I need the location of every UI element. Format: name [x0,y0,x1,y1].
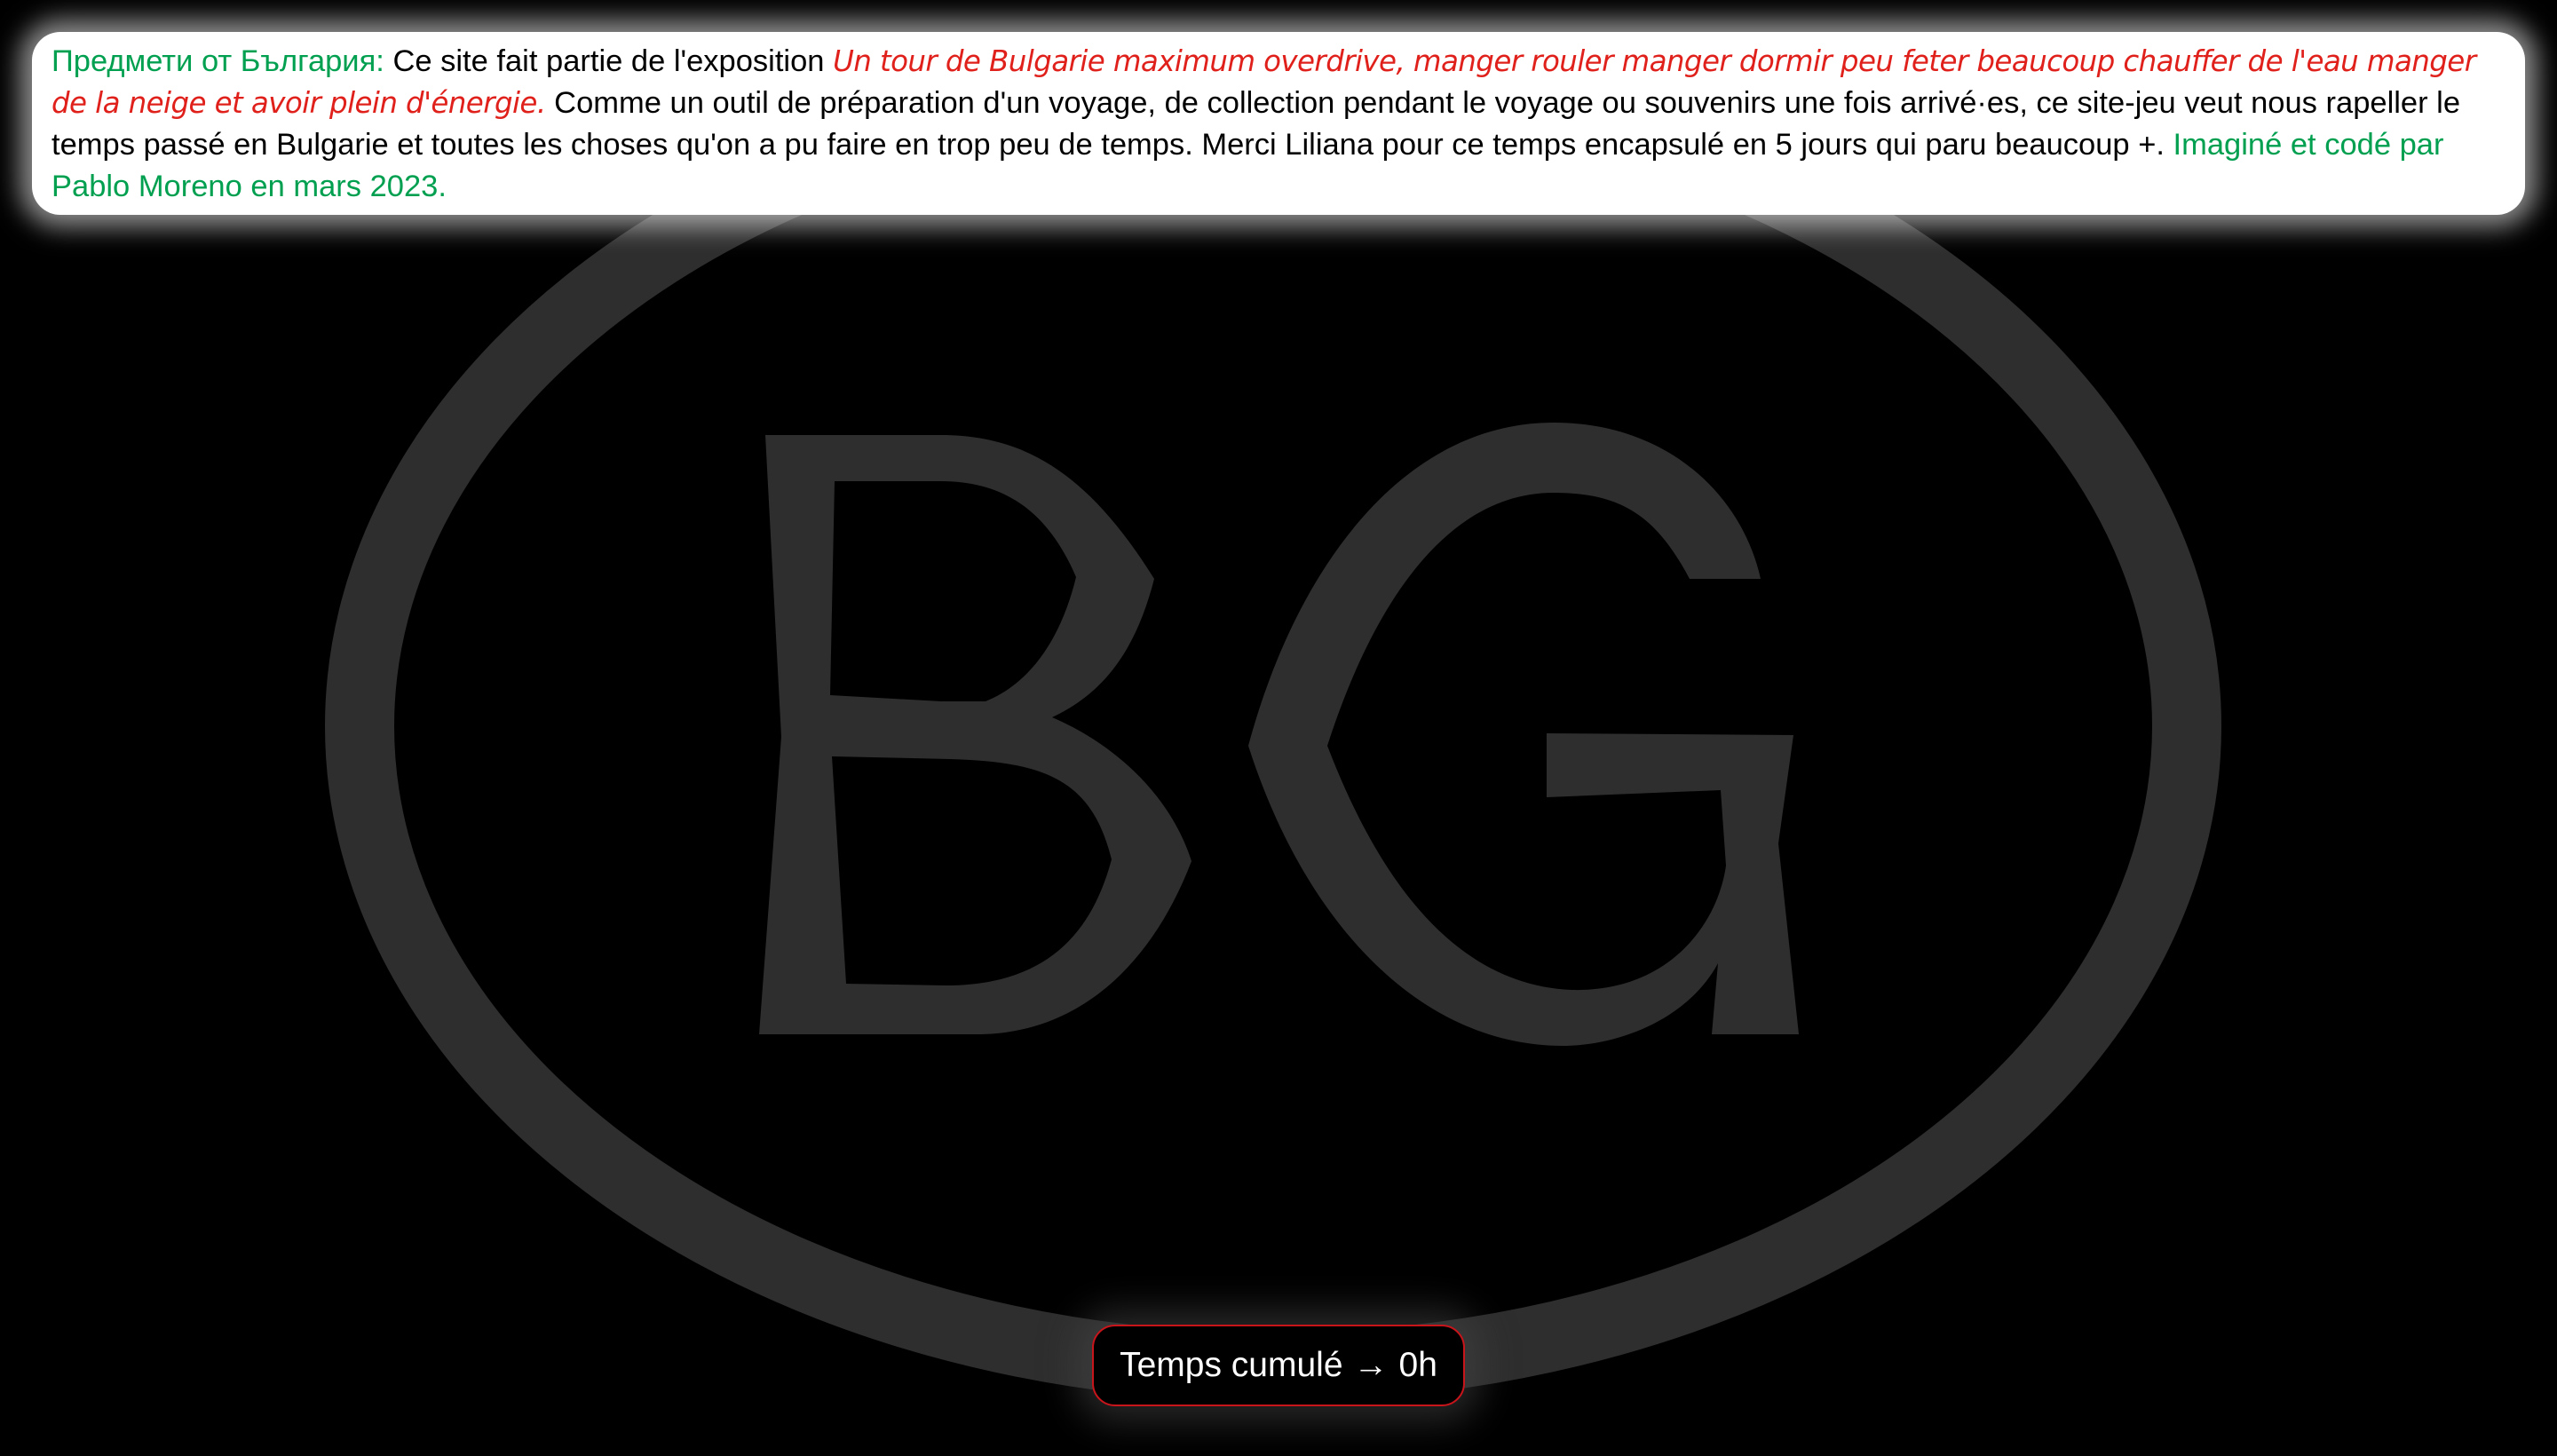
timer-label: Temps cumulé [1120,1346,1343,1384]
arrow-right-icon: → [1353,1346,1389,1384]
emblem-letter-b [759,435,1191,1034]
site-title: Предмети от България: [51,44,384,78]
cumulative-time-counter: Temps cumulé → 0h [1092,1325,1465,1406]
intro-lead-text: Ce site fait partie de l'exposition [392,44,825,78]
timer-value: 0h [1398,1346,1437,1384]
bg-emblem [325,51,2221,1402]
intro-panel: Предмети от България: Ce site fait parti… [32,32,2525,215]
emblem-letter-g [1248,423,1799,1046]
